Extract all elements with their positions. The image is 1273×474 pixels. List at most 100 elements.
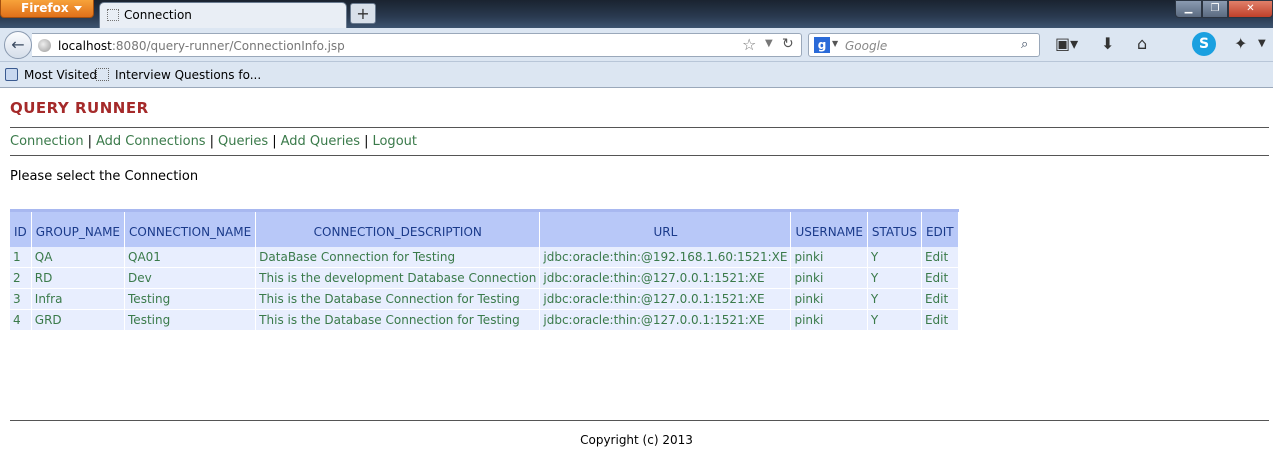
cell-connection-name: Testing — [124, 309, 257, 331]
cell-connection-name: Testing — [124, 288, 257, 310]
column-header-username: USERNAME — [790, 209, 868, 247]
url-bar[interactable]: localhost:8080/query-runner/ConnectionIn… — [32, 33, 802, 57]
app-title: QUERY RUNNER — [10, 99, 149, 117]
window-titlebar: Firefox Connection + ▁ ❐ ✕ — [0, 0, 1273, 29]
connections-table: ID GROUP_NAME CONNECTION_NAME CONNECTION… — [10, 209, 959, 331]
bookmark-label: Interview Questions fo... — [115, 68, 262, 82]
skype-icon[interactable]: S — [1192, 32, 1216, 56]
cell-id: 3 — [10, 288, 32, 310]
column-header-url: URL — [539, 209, 792, 247]
cell-url: jdbc:oracle:thin:@127.0.0.1:1521:XE — [539, 309, 792, 331]
globe-icon — [38, 39, 51, 52]
cell-connection-name: Dev — [124, 267, 257, 289]
cell-status: Y — [867, 309, 922, 331]
search-icon[interactable]: ⌕ — [1021, 37, 1028, 52]
cell-id: 2 — [10, 267, 32, 289]
table-row[interactable]: 3 Infra Testing This is the Database Con… — [10, 288, 959, 310]
menu-logout[interactable]: Logout — [372, 134, 417, 149]
back-button[interactable]: ← — [4, 31, 32, 59]
main-menu: Connection | Add Connections | Queries | Add Q… — [10, 134, 417, 149]
star-icon[interactable]: ☆ — [742, 35, 756, 54]
footer-divider — [10, 420, 1269, 421]
tab-title: Connection — [124, 8, 192, 22]
menu-queries[interactable]: Queries — [218, 134, 268, 149]
column-header-connection-name: CONNECTION_NAME — [124, 209, 257, 247]
cell-status: Y — [867, 288, 922, 310]
column-header-id: ID — [10, 209, 32, 247]
close-window-button[interactable]: ✕ — [1228, 0, 1273, 18]
cell-connection-description: DataBase Connection for Testing — [255, 246, 541, 268]
plus-icon: + — [356, 4, 370, 23]
column-header-status: STATUS — [867, 209, 922, 247]
cell-username: pinki — [790, 288, 868, 310]
chevron-down-icon[interactable]: ▼ — [1258, 38, 1266, 49]
divider — [10, 127, 1269, 128]
bookmarks-menu-icon[interactable]: ▣▾ — [1055, 34, 1078, 53]
edit-link[interactable]: Edit — [921, 246, 959, 268]
reload-icon[interactable]: ↻ — [782, 36, 794, 52]
table-row[interactable]: 2 RD Dev This is the development Databas… — [10, 267, 959, 289]
browser-tab[interactable]: Connection — [99, 2, 347, 29]
cell-connection-description: This is the Database Connection for Test… — [255, 288, 541, 310]
url-path: :8080/query-runner/ConnectionInfo.jsp — [111, 39, 345, 53]
cell-connection-description: This is the development Database Connect… — [255, 267, 541, 289]
search-bar[interactable]: g ▼ Google ⌕ — [808, 33, 1040, 57]
download-icon[interactable]: ⬇ — [1101, 34, 1114, 53]
copyright-footer: Copyright (c) 2013 — [580, 433, 693, 447]
page-icon — [107, 9, 119, 21]
column-header-edit: EDIT — [921, 209, 959, 247]
cell-id: 1 — [10, 246, 32, 268]
cell-group-name: GRD — [31, 309, 126, 331]
firefox-menu-button[interactable]: Firefox — [0, 0, 94, 18]
menu-separator: | — [364, 134, 369, 149]
cell-id: 4 — [10, 309, 32, 331]
page-content: QUERY RUNNER Connection | Add Connections |… — [0, 89, 1273, 474]
restore-button[interactable]: ❐ — [1202, 0, 1228, 18]
table-header-row: ID GROUP_NAME CONNECTION_NAME CONNECTION… — [10, 209, 959, 247]
navigation-toolbar: ← localhost:8080/query-runner/Connection… — [0, 28, 1273, 62]
chevron-down-icon[interactable]: ▼ — [765, 38, 773, 49]
search-input[interactable]: Google — [845, 39, 887, 53]
select-prompt: Please select the Connection — [10, 169, 199, 184]
table-row[interactable]: 4 GRD Testing This is the Database Conne… — [10, 309, 959, 331]
menu-separator: | — [209, 134, 214, 149]
cell-connection-description: This is the Database Connection for Test… — [255, 309, 541, 331]
bookmark-label: Most Visited — [24, 68, 98, 82]
cell-status: Y — [867, 246, 922, 268]
back-arrow-icon: ← — [11, 35, 25, 54]
edit-link[interactable]: Edit — [921, 288, 959, 310]
divider — [10, 155, 1269, 156]
bookmark-folder-icon — [5, 68, 18, 81]
addon-icon[interactable]: ✦ — [1234, 34, 1247, 53]
google-icon[interactable]: g — [814, 37, 830, 53]
cell-username: pinki — [790, 309, 868, 331]
url-host: localhost — [58, 39, 112, 53]
bookmark-interview-questions[interactable]: Interview Questions fo... — [96, 68, 261, 82]
edit-link[interactable]: Edit — [921, 267, 959, 289]
home-icon[interactable]: ⌂ — [1137, 34, 1147, 53]
chevron-down-icon — [73, 6, 82, 11]
menu-separator: | — [272, 134, 277, 149]
column-header-group-name: GROUP_NAME — [31, 209, 126, 247]
cell-group-name: QA — [31, 246, 126, 268]
page-icon — [96, 68, 109, 81]
menu-add-queries[interactable]: Add Queries — [281, 134, 361, 149]
menu-separator: | — [87, 134, 92, 149]
cell-connection-name: QA01 — [124, 246, 257, 268]
new-tab-button[interactable]: + — [350, 3, 376, 24]
cell-url: jdbc:oracle:thin:@192.168.1.60:1521:XE — [539, 246, 792, 268]
bookmarks-toolbar: Most Visited Interview Questions fo... — [0, 62, 1273, 88]
column-header-connection-description: CONNECTION_DESCRIPTION — [255, 209, 541, 247]
firefox-menu-label: Firefox — [21, 1, 69, 15]
cell-status: Y — [867, 267, 922, 289]
menu-add-connections[interactable]: Add Connections — [96, 134, 206, 149]
cell-group-name: Infra — [31, 288, 126, 310]
cell-username: pinki — [790, 246, 868, 268]
menu-connection[interactable]: Connection — [10, 134, 84, 149]
minimize-button[interactable]: ▁ — [1175, 0, 1202, 18]
chevron-down-icon[interactable]: ▼ — [832, 39, 838, 48]
table-row[interactable]: 1 QA QA01 DataBase Connection for Testin… — [10, 246, 959, 268]
bookmark-most-visited[interactable]: Most Visited — [5, 68, 97, 82]
edit-link[interactable]: Edit — [921, 309, 959, 331]
cell-url: jdbc:oracle:thin:@127.0.0.1:1521:XE — [539, 267, 792, 289]
